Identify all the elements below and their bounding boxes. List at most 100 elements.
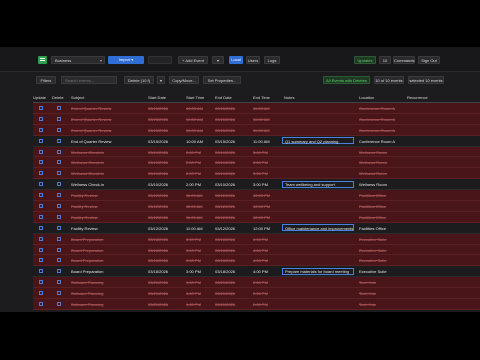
cell-location[interactable]: Tech Hub [359, 280, 403, 285]
table-row[interactable]: Board Preparation 03/18/2026 3:00 PM 03/18/… [33, 233, 480, 245]
table-row[interactable]: Board Preparation 03/18/2026 3:00 PM 03/18/… [33, 255, 480, 267]
cell-start-date[interactable]: 03/10/2026 [148, 171, 182, 176]
cell-location[interactable]: Executive Suite [359, 248, 403, 253]
updates-button[interactable]: Updates [354, 56, 376, 64]
search-input[interactable]: Search events... [61, 76, 117, 84]
delete-checkbox[interactable] [57, 214, 61, 219]
cell-subject[interactable]: Board Preparation [71, 269, 145, 274]
cell-notes[interactable]: Office maintenance and improvements [285, 226, 353, 231]
cell-end-date[interactable]: 03/15/2026 [215, 117, 249, 122]
all-events-filter[interactable]: All Events with Deletes [323, 76, 370, 84]
cell-end-date[interactable]: 03/20/2026 [215, 302, 249, 307]
col-location[interactable]: Location [359, 95, 374, 100]
table-row[interactable]: Board Preparation 03/18/2026 3:00 PM 03/18/… [33, 266, 480, 278]
update-checkbox[interactable] [39, 160, 43, 165]
cell-subject[interactable]: End of Quarter Review [71, 139, 145, 144]
cell-location[interactable]: Tech Hub [359, 291, 403, 296]
delete-checkbox[interactable] [57, 258, 61, 263]
update-checkbox[interactable] [39, 204, 43, 209]
col-recurrence[interactable]: Recurrence [407, 95, 428, 100]
table-row[interactable]: Facility Review 03/12/2026 11:00 AM 03/12/2… [33, 190, 480, 202]
col-start-time[interactable]: Start Time [186, 95, 204, 100]
cell-start-date[interactable]: 03/15/2026 [148, 139, 182, 144]
cell-start-date[interactable]: 03/12/2026 [148, 204, 182, 209]
col-subject[interactable]: Subject [71, 95, 84, 100]
cell-notes[interactable]: Team wellbeing and support [285, 182, 353, 187]
cell-start-date[interactable]: 03/18/2026 [148, 258, 182, 263]
cell-location[interactable]: Conference Room A [359, 128, 403, 133]
cell-start-time[interactable]: 2:00 PM [186, 160, 212, 165]
col-update[interactable]: Update [33, 95, 46, 100]
cell-end-date[interactable]: 03/18/2026 [215, 237, 249, 242]
cell-start-date[interactable]: 03/12/2026 [148, 215, 182, 220]
cell-notes[interactable]: Prepare materials for board meeting [285, 269, 353, 274]
cell-end-time[interactable]: 3:00 PM [253, 171, 279, 176]
cell-subject[interactable]: Software Planning [71, 291, 145, 296]
cell-end-time[interactable]: 3:00 PM [253, 182, 279, 187]
cell-start-time[interactable]: 3:00 PM [186, 269, 212, 274]
update-checkbox[interactable] [39, 269, 43, 274]
cell-location[interactable]: Wellness Room [359, 182, 403, 187]
cell-location[interactable]: Facilities Office [359, 215, 403, 220]
cell-subject[interactable]: Facility Review [71, 226, 145, 231]
cell-subject[interactable]: Facility Review [71, 204, 145, 209]
update-checkbox[interactable] [39, 291, 43, 296]
table-row[interactable]: End of Quarter Review 03/15/2026 10:00 AM 0… [33, 113, 480, 125]
cell-location[interactable]: Facilities Office [359, 193, 403, 198]
cell-start-time[interactable]: 2:00 PM [186, 182, 212, 187]
table-row[interactable]: Wellness Check-in 03/10/2026 2:00 PM 03/10/… [33, 168, 480, 180]
cell-end-date[interactable]: 03/10/2026 [215, 171, 249, 176]
cell-location[interactable]: Wellness Room [359, 150, 403, 155]
cell-end-date[interactable]: 03/20/2026 [215, 280, 249, 285]
cell-end-time[interactable]: 3:00 PM [253, 160, 279, 165]
cell-start-date[interactable]: 03/20/2026 [148, 302, 182, 307]
cell-start-time[interactable]: 10:00 AM [186, 128, 212, 133]
delete-checkbox[interactable] [57, 106, 61, 110]
delete-checkbox[interactable] [57, 149, 61, 154]
delete-checkbox[interactable] [57, 204, 61, 209]
table-row[interactable]: End of Quarter Review 03/15/2026 10:00 AM 0… [33, 135, 480, 147]
col-end-time[interactable]: End Time [253, 95, 270, 100]
cell-subject[interactable]: End of Quarter Review [71, 128, 145, 133]
cell-end-time[interactable]: 12:00 PM [253, 204, 279, 209]
delete-checkbox[interactable] [57, 171, 61, 176]
cell-location[interactable]: Conference Room A [359, 106, 403, 111]
cell-start-date[interactable]: 03/12/2026 [148, 226, 182, 231]
cell-start-time[interactable]: 3:00 PM [186, 258, 212, 263]
cell-end-date[interactable]: 03/15/2026 [215, 139, 249, 144]
cell-start-date[interactable]: 03/18/2026 [148, 237, 182, 242]
cell-end-time[interactable]: 12:00 PM [253, 193, 279, 198]
disabled-button[interactable] [148, 56, 172, 64]
cell-end-date[interactable]: 03/10/2026 [215, 182, 249, 187]
cell-start-time[interactable]: 10:00 AM [186, 106, 212, 111]
commands-button[interactable]: Commands [393, 56, 415, 64]
cell-end-date[interactable]: 03/18/2026 [215, 269, 249, 274]
cell-location[interactable]: Conference Room A [359, 139, 403, 144]
cell-start-time[interactable]: 1:00 PM [186, 302, 212, 307]
delete-dropdown[interactable]: ▾ [157, 76, 165, 84]
cell-subject[interactable]: Facility Review [71, 215, 145, 220]
table-row[interactable]: Wellness Check-in 03/10/2026 2:00 PM 03/10/… [33, 146, 480, 158]
cell-end-time[interactable]: 4:00 PM [253, 269, 279, 274]
cell-subject[interactable]: Facility Review [71, 193, 145, 198]
update-checkbox[interactable] [39, 127, 43, 132]
copy-move-button[interactable]: Copy/Move... [169, 76, 199, 84]
cell-start-date[interactable]: 03/10/2026 [148, 182, 182, 187]
cell-start-date[interactable]: 03/18/2026 [148, 248, 182, 253]
update-checkbox[interactable] [39, 214, 43, 219]
add-event-button[interactable]: + Add Event [178, 56, 208, 64]
update-checkbox[interactable] [39, 138, 43, 143]
cell-subject[interactable]: End of Quarter Review [71, 117, 145, 122]
update-checkbox[interactable] [39, 193, 43, 198]
cell-location[interactable]: Executive Suite [359, 258, 403, 263]
filters-button[interactable]: Filters [36, 76, 56, 84]
cell-subject[interactable]: Board Preparation [71, 258, 145, 263]
cell-start-time[interactable]: 3:00 PM [186, 237, 212, 242]
cell-end-date[interactable]: 03/10/2026 [215, 150, 249, 155]
update-checkbox[interactable] [39, 236, 43, 241]
delete-checkbox[interactable] [57, 160, 61, 165]
update-checkbox[interactable] [39, 106, 43, 110]
update-checkbox[interactable] [39, 258, 43, 263]
cell-start-time[interactable]: 2:00 PM [186, 171, 212, 176]
table-row[interactable]: Board Preparation 03/18/2026 3:00 PM 03/18/… [33, 244, 480, 256]
